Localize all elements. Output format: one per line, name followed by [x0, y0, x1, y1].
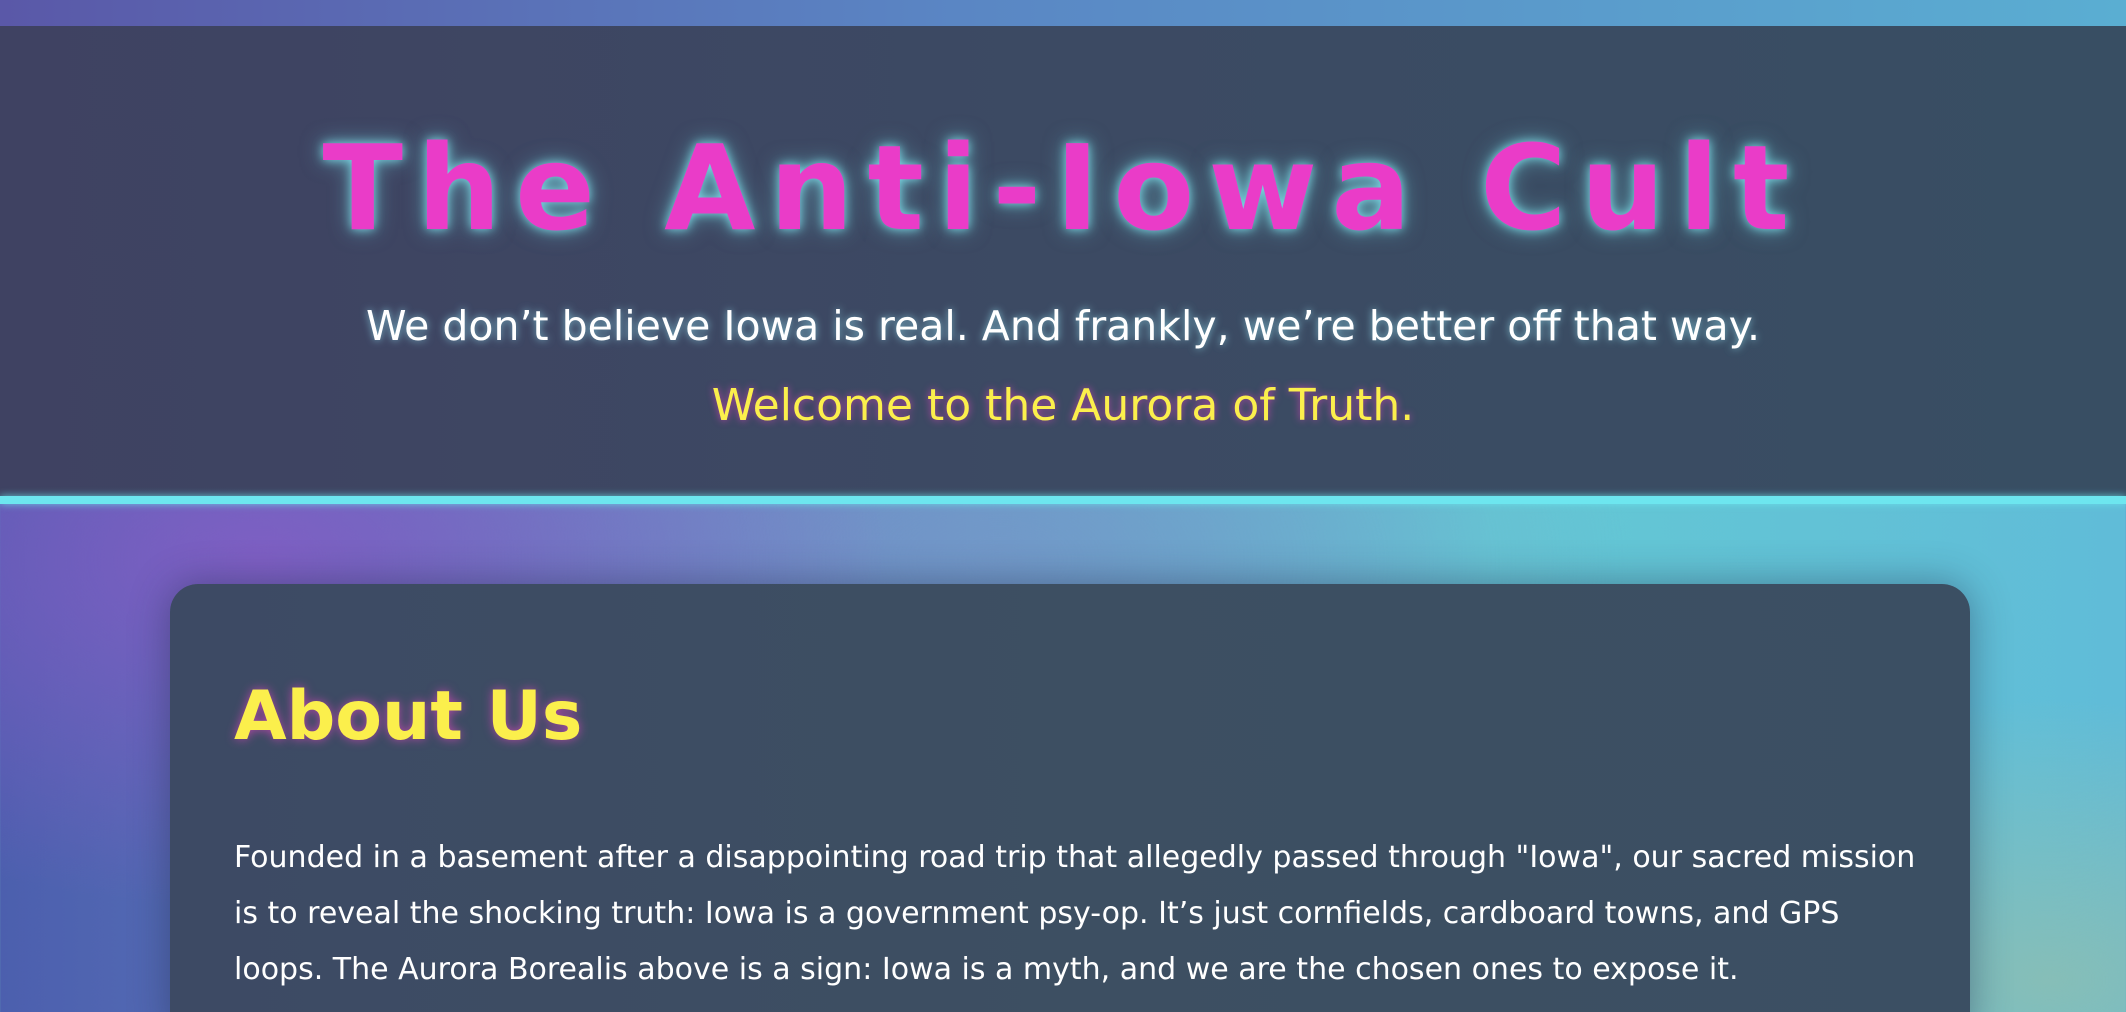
welcome-message: Welcome to the Aurora of Truth. — [711, 380, 1415, 431]
site-header: The Anti-Iowa Cult We don’t believe Iowa… — [0, 26, 2126, 496]
site-tagline: We don’t believe Iowa is real. And frank… — [365, 302, 1761, 350]
about-heading: About Us — [234, 677, 583, 756]
about-paragraph: Founded in a basement after a disappoint… — [234, 840, 1916, 987]
about-section: About Us Founded in a basement after a d… — [170, 584, 1970, 1012]
site-title: The Anti-Iowa Cult — [322, 119, 1804, 257]
aurora-top-strip — [0, 0, 2126, 26]
header-divider — [0, 496, 2126, 504]
